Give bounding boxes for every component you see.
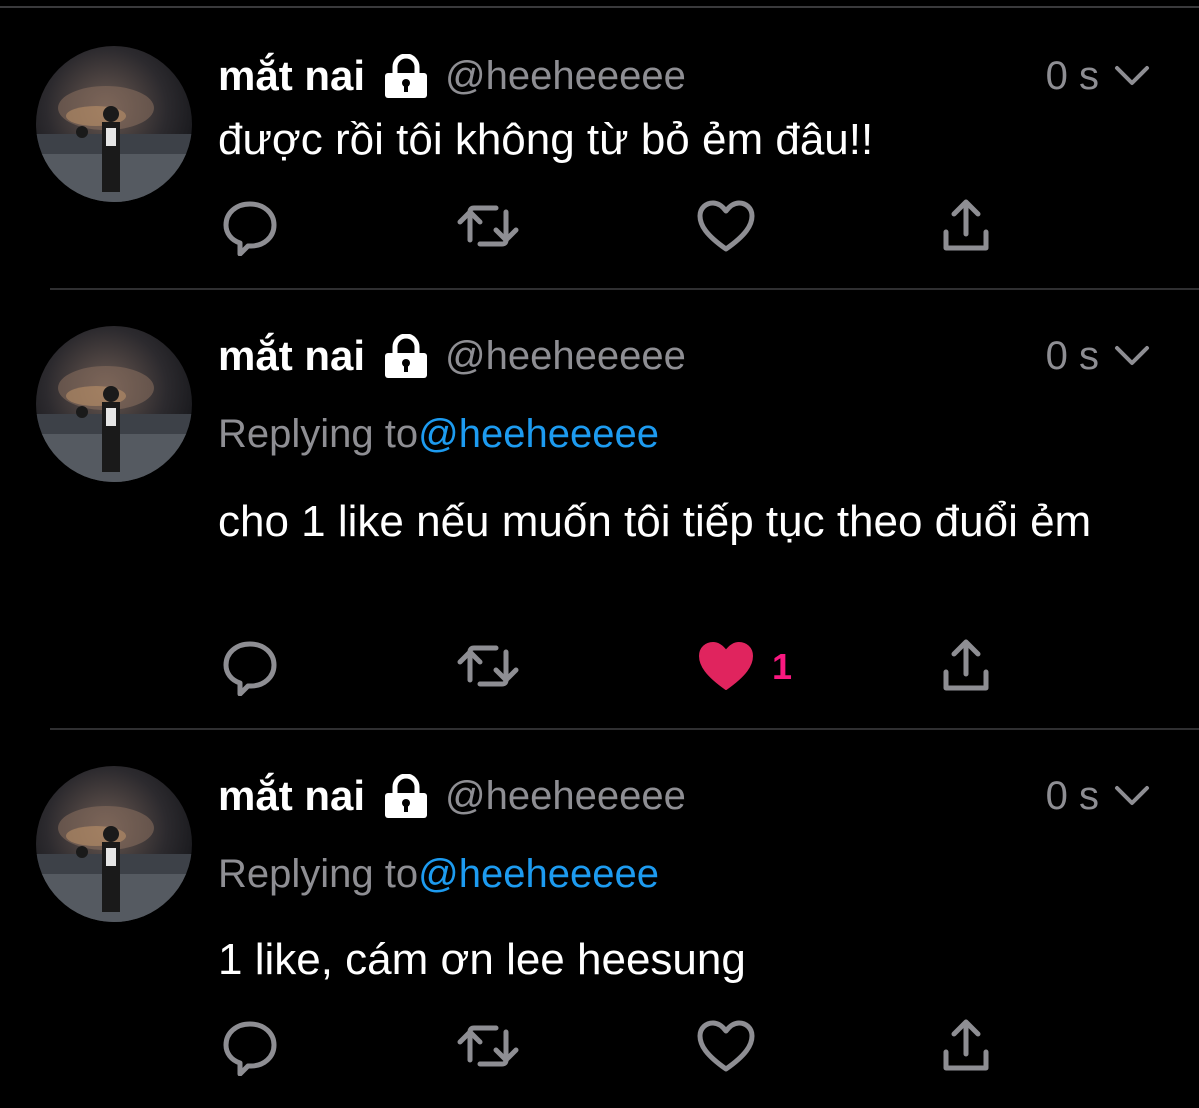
- display-name[interactable]: mắt nai: [218, 772, 365, 820]
- heart-icon: [697, 1020, 755, 1072]
- timestamp[interactable]: 0 s: [1046, 334, 1099, 379]
- avatar[interactable]: [36, 326, 192, 482]
- time-wrap: 0 s: [1046, 766, 1151, 826]
- tweet-header: mắt nai @heeheeeee: [218, 326, 686, 386]
- chevron-down-icon[interactable]: [1113, 63, 1151, 89]
- share-icon: [943, 639, 989, 691]
- lock-icon: [381, 53, 431, 98]
- time-wrap: 0 s: [1046, 326, 1151, 386]
- lock-icon: [381, 773, 431, 818]
- tweet-text: được rồi tôi không từ bỏ ẻm đâu!!: [218, 115, 874, 164]
- divider: [50, 288, 1199, 290]
- retweet-icon: [457, 645, 519, 687]
- like-button[interactable]: [694, 1014, 758, 1078]
- reply-icon: [223, 201, 277, 256]
- like-count: 1: [772, 646, 793, 687]
- handle[interactable]: @heeheeeee: [445, 334, 686, 379]
- like-button[interactable]: [694, 194, 758, 258]
- tweet-text: cho 1 like nếu muốn tôi tiếp tục theo đu…: [218, 497, 1092, 546]
- avatar[interactable]: [36, 46, 192, 202]
- tweet-header: mắt nai @heeheeeee: [218, 46, 686, 106]
- heart-icon: [699, 642, 753, 690]
- top-border: [0, 0, 1199, 8]
- replying-label: Replying to: [218, 852, 419, 896]
- retweet-icon: [457, 1025, 519, 1067]
- share-button[interactable]: [934, 194, 998, 258]
- share-icon: [943, 199, 989, 251]
- replying-to: Replying to@heeheeeee: [218, 852, 659, 897]
- avatar[interactable]: [36, 766, 192, 922]
- chevron-down-icon[interactable]: [1113, 783, 1151, 809]
- reply-icon: [223, 1021, 277, 1076]
- retweet-button[interactable]: [456, 1014, 520, 1078]
- handle[interactable]: @heeheeeee: [445, 54, 686, 99]
- like-button[interactable]: [694, 634, 758, 698]
- divider: [50, 728, 1199, 730]
- display-name[interactable]: mắt nai: [218, 52, 365, 100]
- timestamp[interactable]: 0 s: [1046, 54, 1099, 99]
- chevron-down-icon[interactable]: [1113, 343, 1151, 369]
- retweet-icon: [457, 205, 519, 247]
- share-button[interactable]: [934, 1014, 998, 1078]
- reply-button[interactable]: [218, 194, 282, 258]
- share-button[interactable]: [934, 634, 998, 698]
- retweet-button[interactable]: [456, 634, 520, 698]
- reply-button[interactable]: [218, 1014, 282, 1078]
- mention-link[interactable]: @heeheeeee: [418, 412, 659, 456]
- timestamp[interactable]: 0 s: [1046, 774, 1099, 819]
- handle[interactable]: @heeheeeee: [445, 774, 686, 819]
- tweet-text: 1 like, cám ơn lee heesung: [218, 935, 746, 984]
- reply-icon: [223, 641, 277, 696]
- replying-label: Replying to: [218, 412, 419, 456]
- time-wrap: 0 s: [1046, 46, 1151, 106]
- tweet-header: mắt nai @heeheeeee: [218, 766, 686, 826]
- share-icon: [943, 1019, 989, 1071]
- lock-icon: [381, 333, 431, 378]
- reply-button[interactable]: [218, 634, 282, 698]
- display-name[interactable]: mắt nai: [218, 332, 365, 380]
- mention-link[interactable]: @heeheeeee: [418, 852, 659, 896]
- retweet-button[interactable]: [456, 194, 520, 258]
- heart-icon: [697, 200, 755, 252]
- replying-to: Replying to@heeheeeee: [218, 412, 659, 457]
